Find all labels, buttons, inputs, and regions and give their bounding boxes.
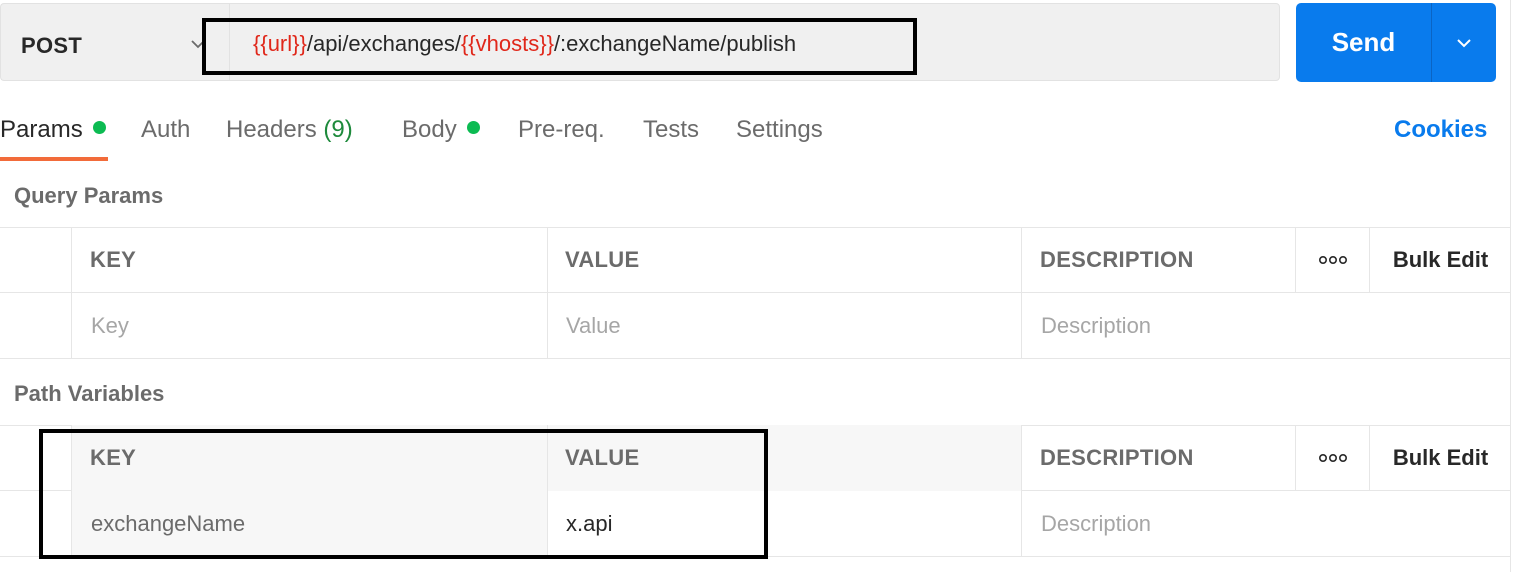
send-options-button[interactable]	[1432, 3, 1496, 82]
tab-pre-request[interactable]: Pre-req.	[518, 116, 605, 162]
tab-auth[interactable]: Auth	[141, 116, 190, 162]
path-variables-highlight-box	[39, 429, 768, 559]
tab-label: Settings	[736, 116, 823, 143]
active-tab-indicator	[0, 157, 108, 161]
tab-label: Headers	[226, 116, 317, 143]
tab-tests[interactable]: Tests	[643, 116, 699, 162]
value-input[interactable]: Value	[547, 293, 1021, 359]
tab-label: Auth	[141, 116, 191, 143]
tab-label: Params	[0, 116, 83, 143]
cookies-link[interactable]: Cookies	[1394, 116, 1487, 144]
tab-headers[interactable]: Headers (9)	[226, 116, 353, 162]
request-tabs: Params Auth Headers (9) Body Pre-req. Te…	[0, 100, 1520, 162]
send-button[interactable]: Send	[1296, 3, 1431, 82]
path-variables-title: Path Variables	[14, 381, 165, 406]
more-options-icon[interactable]	[1295, 227, 1369, 293]
tab-params[interactable]: Params	[0, 116, 106, 162]
value-column-header: VALUE	[547, 227, 1021, 293]
description-input[interactable]: Description	[1021, 491, 1511, 557]
bulk-edit-button[interactable]: Bulk Edit	[1369, 425, 1511, 491]
method-select[interactable]: POST	[0, 3, 229, 81]
tab-label: Pre-req.	[518, 116, 605, 143]
url-highlight-box	[202, 18, 917, 75]
bulk-edit-button[interactable]: Bulk Edit	[1369, 227, 1511, 293]
query-params-title: Query Params	[14, 183, 164, 208]
request-bar: POST {{url}}/api/exchanges/{{vhosts}}/:e…	[0, 0, 1520, 90]
tab-label: Body	[402, 116, 457, 143]
description-column-header: DESCRIPTION	[1021, 425, 1295, 491]
more-options-icon[interactable]	[1295, 425, 1369, 491]
more-options-icon	[1318, 255, 1347, 265]
description-input[interactable]: Description	[1021, 293, 1511, 359]
query-params-empty-row: Key Value Description	[0, 293, 1511, 359]
tab-label: Tests	[643, 116, 700, 143]
more-options-icon	[1318, 453, 1347, 463]
key-column-header: KEY	[71, 227, 547, 293]
tab-body[interactable]: Body	[402, 116, 480, 162]
chevron-down-icon	[1457, 38, 1471, 47]
headers-count: (9)	[323, 116, 353, 143]
send-group: Send	[1296, 3, 1496, 82]
status-dot	[466, 121, 480, 134]
key-input[interactable]: Key	[71, 293, 547, 359]
status-dot	[92, 121, 106, 134]
description-column-header: DESCRIPTION	[1021, 227, 1295, 293]
method-label: POST	[21, 33, 83, 58]
tab-settings[interactable]: Settings	[736, 116, 823, 162]
query-params-header-row: KEY VALUE DESCRIPTION Bulk Edit	[0, 227, 1511, 293]
